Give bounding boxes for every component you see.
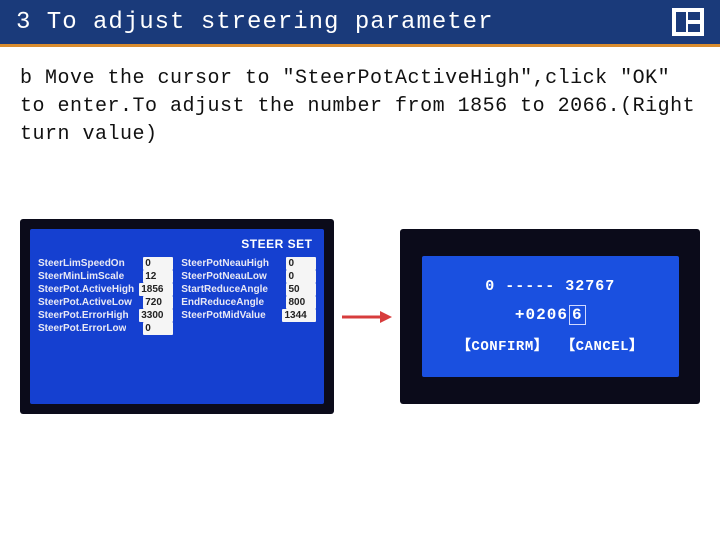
param-value[interactable]: 50: [286, 283, 316, 296]
steer-set-heading: STEER SET: [38, 235, 316, 257]
param-row: SteerPotNeauHigh 0: [181, 257, 316, 270]
steer-left-col: SteerLimSpeedOn 0 SteerMinLimScale 12 Stee…: [38, 257, 173, 335]
param-row: SteerPotNeauLow 0: [181, 270, 316, 283]
param-value[interactable]: 0: [286, 270, 316, 283]
title-bar: 3 To adjust streering parameter: [0, 0, 720, 47]
brand-logo-icon: [672, 8, 704, 36]
param-row: SteerPot.ActiveHigh 1856: [38, 283, 173, 296]
param-row: SteerPotMidValue 1344: [181, 309, 316, 322]
param-label: StartReduceAngle: [181, 284, 268, 295]
value-current: +02066: [515, 305, 586, 325]
param-value[interactable]: 0: [143, 257, 173, 270]
steer-set-panel: STEER SET SteerLimSpeedOn 0 SteerMinLimSc…: [30, 229, 324, 404]
param-value[interactable]: 1344: [282, 309, 316, 322]
param-label: SteerPotNeauHigh: [181, 258, 269, 269]
value-edit-digit[interactable]: 6: [569, 305, 586, 325]
param-label: SteerPotMidValue: [181, 310, 265, 321]
param-row: SteerLimSpeedOn 0: [38, 257, 173, 270]
value-edit-panel: 0 ----- 32767 +02066 【CONFIRM】 【CANCEL】: [422, 256, 679, 377]
param-row: SteerPot.ActiveLow 720: [38, 296, 173, 309]
screenshots-row: STEER SET SteerLimSpeedOn 0 SteerMinLimSc…: [0, 159, 720, 414]
arrow-icon: [342, 309, 392, 325]
param-value[interactable]: 3300: [139, 309, 173, 322]
param-label: SteerPot.ActiveHigh: [38, 284, 134, 295]
param-value[interactable]: 720: [143, 296, 173, 309]
param-label: SteerLimSpeedOn: [38, 258, 125, 269]
param-row: StartReduceAngle 50: [181, 283, 316, 296]
param-value[interactable]: 0: [286, 257, 316, 270]
device-screen-steer-set: STEER SET SteerLimSpeedOn 0 SteerMinLimSc…: [20, 219, 334, 414]
instruction-text: b Move the cursor to "SteerPotActiveHigh…: [0, 47, 720, 159]
param-row: SteerPot.ErrorLow 0: [38, 322, 173, 335]
steer-param-grid: SteerLimSpeedOn 0 SteerMinLimScale 12 Stee…: [38, 257, 316, 335]
param-label: SteerPot.ErrorLow: [38, 323, 126, 334]
page-title: 3 To adjust streering parameter: [16, 9, 493, 36]
param-label: SteerPot.ErrorHigh: [38, 310, 129, 321]
param-value[interactable]: 800: [286, 296, 316, 309]
param-row: EndReduceAngle 800: [181, 296, 316, 309]
device-screen-value-edit: 0 ----- 32767 +02066 【CONFIRM】 【CANCEL】: [400, 229, 700, 404]
param-value[interactable]: 0: [143, 322, 173, 335]
param-label: SteerPotNeauLow: [181, 271, 267, 282]
param-value[interactable]: 1856: [139, 283, 173, 296]
param-label: SteerPot.ActiveLow: [38, 297, 132, 308]
param-label: SteerMinLimScale: [38, 271, 124, 282]
confirm-button[interactable]: 【CONFIRM】: [457, 339, 548, 355]
param-label: EndReduceAngle: [181, 297, 264, 308]
param-row: SteerPot.ErrorHigh 3300: [38, 309, 173, 322]
value-prefix: +0206: [515, 306, 568, 324]
value-range: 0 ----- 32767: [485, 278, 615, 295]
cancel-button[interactable]: 【CANCEL】: [561, 339, 643, 355]
steer-right-col: SteerPotNeauHigh 0 SteerPotNeauLow 0 Start…: [181, 257, 316, 335]
confirm-cancel-row: 【CONFIRM】 【CANCEL】: [455, 335, 646, 355]
param-row: SteerMinLimScale 12: [38, 270, 173, 283]
param-value[interactable]: 12: [143, 270, 173, 283]
